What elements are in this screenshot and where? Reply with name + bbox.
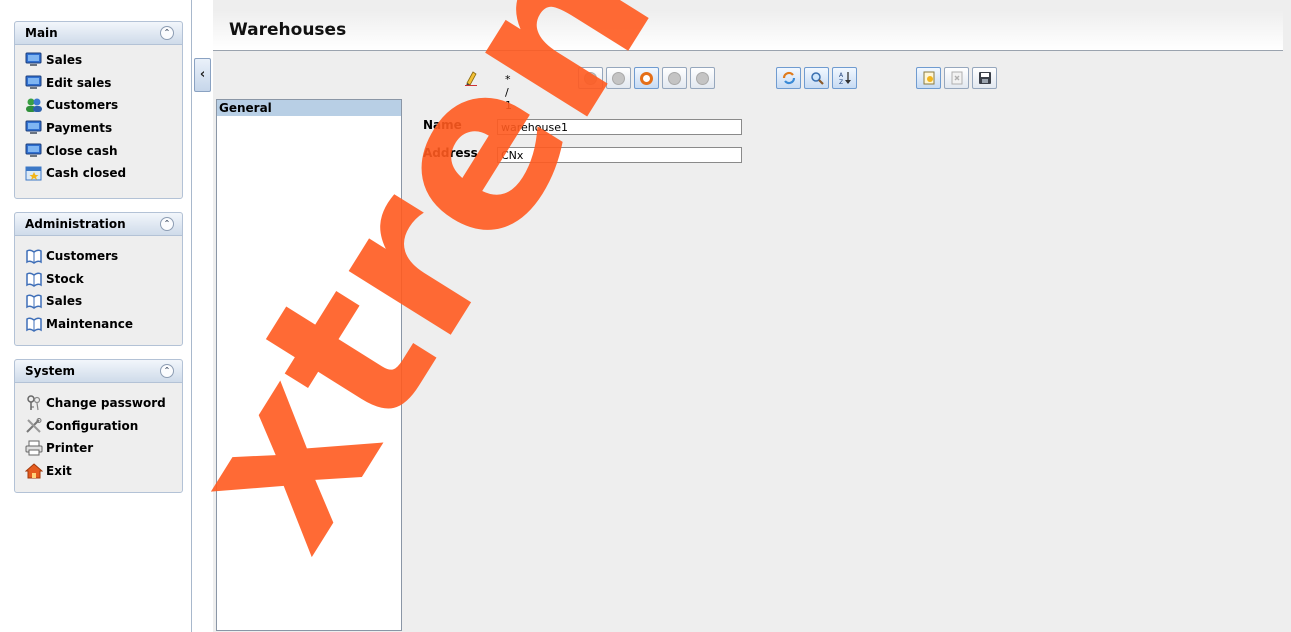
panel-main-header[interactable]: Main ⌃ [15, 22, 182, 45]
address-label: Address [423, 146, 478, 160]
address-field[interactable] [497, 147, 742, 163]
nav-item-label: Exit [46, 464, 72, 479]
delete-document-icon [951, 71, 962, 85]
nav-item-label: Close cash [46, 143, 118, 158]
nav-item-admin-customers[interactable]: Customers [25, 245, 182, 268]
monitor-icon [25, 120, 42, 135]
nav-item-sales[interactable]: Sales [25, 49, 182, 72]
printer-icon [25, 440, 43, 456]
search-icon [810, 72, 824, 85]
record-counter: * / 1 [505, 73, 512, 112]
delete-record-button[interactable] [944, 67, 969, 89]
save-disk-icon [978, 72, 991, 84]
nav-item-label: Printer [46, 441, 94, 456]
nav-item-edit-sales[interactable]: Edit sales [25, 72, 182, 95]
nav-item-customers[interactable]: Customers [25, 94, 182, 117]
nav-item-label: Edit sales [46, 75, 112, 90]
nav-item-label: Cash closed [46, 166, 127, 181]
nav-item-label: Sales [46, 294, 83, 309]
svg-text:Z: Z [839, 79, 843, 85]
panel-title: Administration [25, 217, 126, 231]
nav-item-label: Maintenance [46, 317, 134, 332]
monitor-icon [25, 75, 42, 89]
nav-item-printer[interactable]: Printer [25, 437, 182, 460]
disabled-dot-icon [612, 71, 625, 85]
nav-item-maintenance[interactable]: Maintenance [25, 313, 182, 336]
nav-item-label: Customers [46, 98, 119, 113]
previous-record-button[interactable] [606, 67, 631, 89]
nav-item-exit[interactable]: Exit [25, 460, 182, 483]
new-record-button[interactable] [916, 67, 941, 89]
page-title: Warehouses [229, 20, 347, 40]
home-icon [25, 463, 43, 479]
nav-item-close-cash[interactable]: Close cash [25, 139, 182, 162]
reload-icon [782, 71, 795, 85]
disabled-dot-icon [668, 71, 681, 85]
category-tree[interactable]: General [216, 99, 402, 631]
nav-item-label: Customers [46, 249, 119, 264]
monitor-icon [25, 52, 42, 67]
calendar-icon [25, 166, 42, 181]
new-document-icon [923, 71, 934, 85]
panel-system: System ⌃ Change password Configuration P… [14, 359, 183, 493]
panel-main: Main ⌃ Sales Edit sales Customers Paymen… [14, 21, 183, 199]
keys-icon [27, 395, 41, 411]
collapse-sidebar-button[interactable]: ‹ [194, 58, 211, 92]
collapse-up-icon[interactable]: ⌃ [160, 364, 174, 378]
panel-system-header[interactable]: System ⌃ [15, 360, 182, 383]
current-record-button[interactable] [634, 67, 659, 89]
chevron-left-icon: ‹ [199, 67, 206, 82]
nav-item-label: Sales [46, 53, 83, 68]
next-record-button[interactable] [662, 67, 687, 89]
panel-title: Main [25, 26, 58, 40]
book-icon [26, 249, 42, 265]
tree-item-general[interactable]: General [217, 100, 401, 116]
disabled-dot-icon [696, 71, 709, 85]
sort-button[interactable]: AZ [832, 67, 857, 89]
main-area: Warehouses * / 1 AZ General Name warehou… [213, 0, 1291, 632]
book-icon [26, 317, 42, 333]
nav-item-cash-closed[interactable]: Cash closed [25, 162, 182, 185]
nav-item-label: Change password [46, 396, 166, 411]
collapse-up-icon[interactable]: ⌃ [160, 217, 174, 231]
nav-item-change-password[interactable]: Change password [25, 392, 182, 415]
nav-item-configuration[interactable]: Configuration [25, 415, 182, 438]
panel-administration: Administration ⌃ Customers Stock Sales M… [14, 212, 183, 346]
book-icon [26, 272, 42, 287]
name-field[interactable] [497, 119, 742, 135]
sort-az-icon: AZ [839, 72, 851, 85]
nav-item-admin-sales[interactable]: Sales [25, 290, 182, 313]
edit-pencil-icon [465, 71, 477, 86]
reload-button[interactable] [776, 67, 801, 89]
nav-item-label: Payments [46, 121, 113, 136]
nav-item-payments[interactable]: Payments [25, 117, 182, 140]
panel-administration-header[interactable]: Administration ⌃ [15, 213, 182, 236]
monitor-icon [25, 143, 42, 157]
book-icon [26, 294, 42, 310]
name-label: Name [423, 118, 462, 132]
nav-item-label: Stock [46, 271, 84, 286]
first-record-button[interactable] [578, 67, 603, 89]
svg-text:A: A [839, 72, 844, 79]
disabled-dot-icon [584, 71, 597, 85]
nav-item-stock[interactable]: Stock [25, 268, 182, 291]
last-record-button[interactable] [690, 67, 715, 89]
tools-icon [26, 417, 42, 433]
navigation-sidebar: Main ⌃ Sales Edit sales Customers Paymen… [0, 0, 192, 632]
collapse-up-icon[interactable]: ⌃ [160, 26, 174, 40]
save-button[interactable] [972, 67, 997, 89]
active-dot-icon [640, 71, 653, 85]
search-button[interactable] [804, 67, 829, 89]
title-bar: Warehouses [213, 10, 1283, 51]
panel-title: System [25, 364, 75, 378]
nav-item-label: Configuration [46, 418, 139, 433]
users-icon [26, 98, 42, 113]
